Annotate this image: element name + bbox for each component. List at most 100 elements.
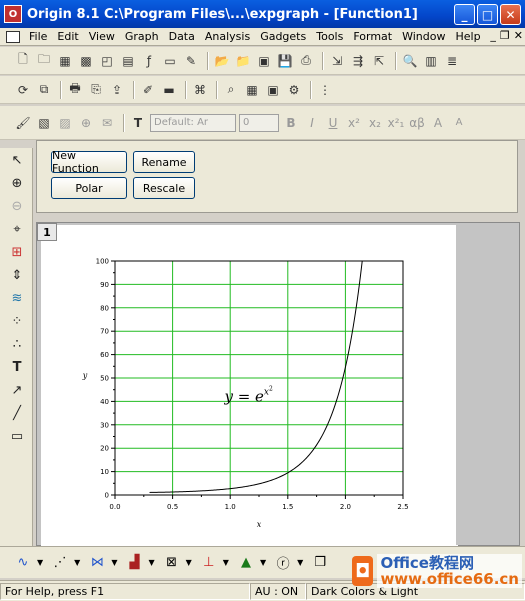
superscript-button[interactable]: x²: [345, 114, 363, 132]
open-excel-icon[interactable]: ▣: [255, 52, 273, 70]
new-excel-icon[interactable]: ▩: [77, 52, 95, 70]
find-icon[interactable]: 🔍: [401, 52, 419, 70]
copy-page-icon[interactable]: ⎘: [87, 81, 105, 99]
standard-toolbar: 🗋 🗀 ▦ ▩ ◰ ▤ ƒ ▭ ✎ 📂 📁 ▣ 💾 ⎙ ⇲ ⇶ ⇱ 🔍 ▥ ≣: [0, 47, 525, 75]
statistics-plot-icon[interactable]: ⊥: [198, 553, 220, 573]
brush-icon[interactable]: 🖌: [14, 114, 32, 132]
calendar-icon[interactable]: ▣: [264, 81, 282, 99]
window-title: Origin 8.1 C:\Program Files\...\expgraph…: [27, 6, 418, 22]
import-single-icon[interactable]: ⇲: [328, 52, 346, 70]
screen-reader-icon[interactable]: ⌖: [6, 218, 28, 240]
regional-data-selector-icon[interactable]: ⁘: [6, 310, 28, 332]
menu-edit[interactable]: Edit: [52, 30, 83, 43]
menu-help[interactable]: Help: [450, 30, 485, 43]
new-project-icon[interactable]: 🗋: [14, 52, 32, 70]
settings-gear-icon[interactable]: ⚙: [285, 81, 303, 99]
zoom-in-icon[interactable]: ⊕: [6, 172, 28, 194]
menu-window[interactable]: Window: [397, 30, 450, 43]
maximize-button[interactable]: □: [477, 4, 498, 25]
rectangle-icon[interactable]: ▭: [6, 425, 28, 447]
increase-font-button[interactable]: A: [429, 114, 447, 132]
worksheet-view-icon[interactable]: ▦: [243, 81, 261, 99]
line-symbol-icon[interactable]: ⋈: [86, 553, 108, 573]
new-notes-icon[interactable]: ✎: [182, 52, 200, 70]
greek-button[interactable]: αβ: [408, 114, 426, 132]
text-tool-icon[interactable]: T: [129, 114, 147, 132]
print-icon[interactable]: 🖶: [66, 81, 84, 99]
3d-plot-icon[interactable]: ❒: [309, 553, 331, 573]
command-window-icon[interactable]: ▬: [160, 81, 178, 99]
area-plot-icon[interactable]: ▲: [235, 553, 257, 573]
italic-button[interactable]: I: [303, 114, 321, 132]
mdi-minimize-icon[interactable]: _: [490, 29, 496, 42]
new-worksheet-icon[interactable]: ▦: [56, 52, 74, 70]
menu-view[interactable]: View: [84, 30, 120, 43]
function-plot[interactable]: 0.0 0.5 1.0 1.5 2.0 2.5 0 10 20 30 40 50 60 70 80 90 100…: [41, 225, 458, 547]
rescale-button[interactable]: Rescale: [133, 177, 195, 199]
arrow-icon[interactable]: ↗: [6, 379, 28, 401]
line-plot-icon[interactable]: ∿: [12, 553, 34, 573]
menu-file[interactable]: File: [24, 30, 52, 43]
menu-data[interactable]: Data: [164, 30, 200, 43]
column-plot-icon[interactable]: ▟: [123, 553, 145, 573]
title-bar[interactable]: O Origin 8.1 C:\Program Files\...\expgra…: [0, 0, 525, 28]
menu-gadgets[interactable]: Gadgets: [255, 30, 311, 43]
bold-button[interactable]: B: [282, 114, 300, 132]
mdi-restore-icon[interactable]: ❐: [500, 29, 510, 42]
code-builder-icon[interactable]: ✐: [139, 81, 157, 99]
standard-toolbar-2: ⟳ ⧉ 🖶 ⎘ ⇪ ✐ ▬ ⌘ ⌕ ▦ ▣ ⚙ ⋮: [0, 76, 525, 104]
scatter-plot-icon[interactable]: ⋰: [49, 553, 71, 573]
minimize-button[interactable]: _: [454, 4, 475, 25]
menu-analysis[interactable]: Analysis: [200, 30, 255, 43]
line-icon[interactable]: ╱: [6, 402, 28, 424]
open-template-icon[interactable]: 📁: [234, 52, 252, 70]
pointer-icon[interactable]: ↖: [6, 149, 28, 171]
zoom-out-icon[interactable]: ⊖: [6, 195, 28, 217]
subscript-button[interactable]: x₂: [366, 114, 384, 132]
menu-format[interactable]: Format: [348, 30, 397, 43]
open-icon[interactable]: 📂: [213, 52, 231, 70]
export-icon[interactable]: ⇪: [108, 81, 126, 99]
save-template-icon[interactable]: ⎙: [297, 52, 315, 70]
new-graph-icon[interactable]: ◰: [98, 52, 116, 70]
close-button[interactable]: ✕: [500, 4, 521, 25]
rename-button[interactable]: Rename: [133, 151, 195, 173]
supsub-button[interactable]: x²₁: [387, 114, 405, 132]
new-matrix-icon[interactable]: ▤: [119, 52, 137, 70]
data-reader-icon[interactable]: ⊞: [6, 241, 28, 263]
text-icon[interactable]: T: [6, 356, 28, 378]
results-log-icon[interactable]: ▥: [422, 52, 440, 70]
document-icon[interactable]: [6, 30, 20, 43]
origin-app-icon[interactable]: O: [4, 5, 22, 23]
menu-graph[interactable]: Graph: [120, 30, 164, 43]
graph-page[interactable]: 0.0 0.5 1.0 1.5 2.0 2.5 0 10 20 30 40 50 60 70 80 90 100…: [41, 225, 458, 547]
font-size-select[interactable]: 0: [239, 113, 279, 132]
duplicate-icon[interactable]: ⧉: [35, 81, 53, 99]
project-explorer-icon[interactable]: ⌘: [191, 81, 209, 99]
script-icon[interactable]: ≣: [443, 52, 461, 70]
draw-data-icon[interactable]: ≋: [6, 287, 28, 309]
decrease-font-button[interactable]: A: [450, 114, 468, 132]
menu-tools[interactable]: Tools: [311, 30, 348, 43]
mask-points-icon[interactable]: ∴: [6, 333, 28, 355]
save-project-icon[interactable]: 💾: [276, 52, 294, 70]
font-name-select[interactable]: Default: Ar: [150, 113, 236, 132]
refresh-icon[interactable]: ⟳: [14, 81, 32, 99]
import-multiple-icon[interactable]: ⇶: [349, 52, 367, 70]
data-selector-icon[interactable]: ⇕: [6, 264, 28, 286]
layer-indicator[interactable]: 1: [37, 223, 57, 241]
status-autoupdate: AU : ON: [250, 582, 306, 600]
logo-line1: Office教程网: [380, 554, 474, 572]
zoom-page-icon[interactable]: ⌕: [222, 81, 240, 99]
layer-icon[interactable]: ▧: [35, 114, 53, 132]
multi-panel-icon[interactable]: ⊠: [161, 553, 183, 573]
new-function-icon[interactable]: ƒ: [140, 52, 158, 70]
underline-button[interactable]: U: [324, 114, 342, 132]
polar-plot-icon[interactable]: ⓡ: [272, 553, 294, 573]
new-layout-icon[interactable]: ▭: [161, 52, 179, 70]
import-wizard-icon[interactable]: ⇱: [370, 52, 388, 70]
new-folder-icon[interactable]: 🗀: [35, 52, 53, 70]
mdi-close-icon[interactable]: ✕: [514, 29, 523, 42]
new-function-button[interactable]: New Function: [51, 149, 127, 175]
polar-button[interactable]: Polar: [51, 177, 127, 199]
